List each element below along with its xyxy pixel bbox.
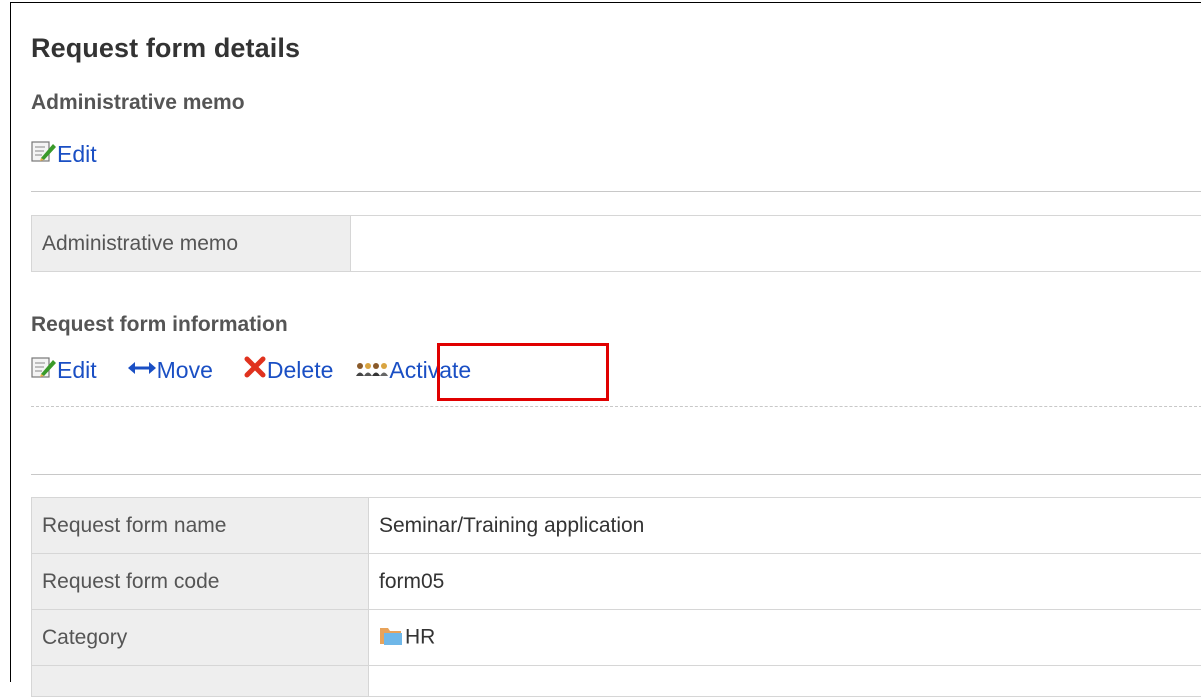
form-move-label: Move (157, 357, 213, 384)
row-value-form-code: form05 (369, 554, 1201, 610)
admin-memo-row-value (351, 216, 1201, 272)
red-x-icon (243, 356, 267, 384)
table-row: Category HR (32, 610, 1201, 666)
category-value: HR (405, 625, 435, 648)
form-edit-label: Edit (57, 357, 97, 384)
edit-memo-icon (31, 139, 57, 169)
row-value-form-name: Seminar/Training application (369, 498, 1201, 554)
form-delete-link[interactable]: Delete (243, 356, 333, 384)
form-info-heading: Request form information (31, 313, 288, 337)
admin-memo-table: Administrative memo (31, 215, 1201, 272)
row-label-form-code: Request form code (32, 554, 369, 610)
form-info-table: Request form name Seminar/Training appli… (31, 497, 1201, 697)
row-label-category: Category (32, 610, 369, 666)
row-value-category: HR (369, 610, 1201, 666)
row-label-form-name: Request form name (32, 498, 369, 554)
form-delete-label: Delete (267, 357, 333, 384)
divider (31, 406, 1201, 407)
table-row: Administrative memo (32, 216, 1201, 272)
table-row: Request form name Seminar/Training appli… (32, 498, 1201, 554)
folder-icon (379, 624, 403, 652)
table-row (32, 666, 1201, 697)
edit-memo-icon (31, 355, 57, 385)
activate-highlight-box (437, 343, 609, 401)
admin-memo-edit-label: Edit (57, 141, 97, 168)
admin-memo-edit-link[interactable]: Edit (31, 139, 97, 169)
form-move-link[interactable]: Move (127, 357, 213, 384)
row-value-cut (369, 666, 1201, 697)
form-edit-link[interactable]: Edit (31, 355, 97, 385)
page-title: Request form details (31, 33, 300, 64)
admin-memo-heading: Administrative memo (31, 91, 245, 115)
divider (31, 474, 1201, 475)
row-label-cut (32, 666, 369, 697)
form-info-actions: Edit Move D (31, 355, 501, 385)
table-row: Request form code form05 (32, 554, 1201, 610)
admin-memo-row-label: Administrative memo (32, 216, 351, 272)
left-right-arrow-icon (127, 357, 157, 384)
people-icon (355, 357, 389, 384)
page-frame: Request form details Administrative memo… (10, 2, 1201, 682)
divider (31, 191, 1201, 192)
